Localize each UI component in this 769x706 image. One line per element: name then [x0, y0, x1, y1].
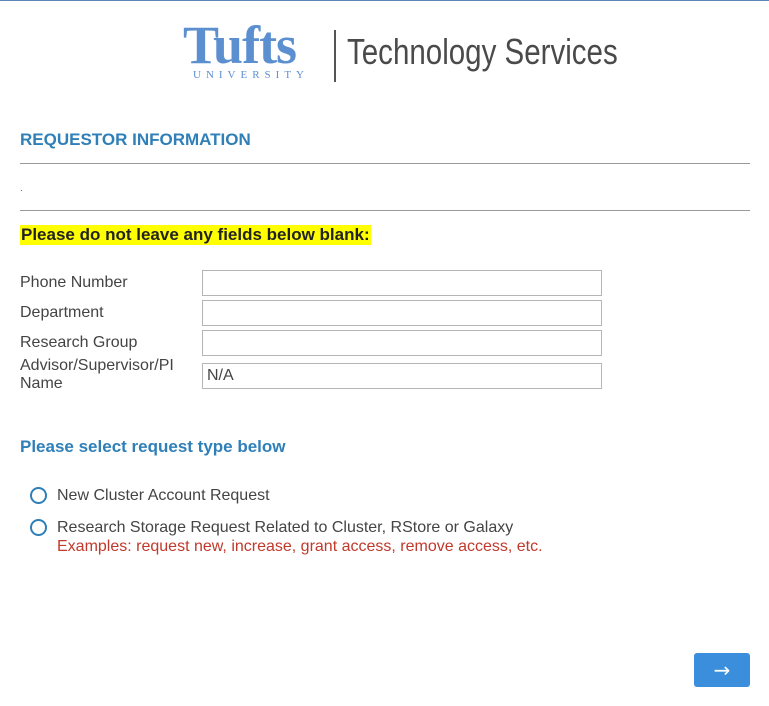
section-divider-bottom [20, 210, 750, 211]
logo-university-text: UNIVERSITY [193, 69, 309, 81]
request-type-title: Please select request type below [20, 437, 286, 456]
research-storage-examples: Examples: request new, increase, grant a… [57, 538, 543, 555]
department-label: Department [20, 304, 104, 321]
logo-service-name: Technology Services [347, 31, 618, 72]
phone-number-row: Phone Number [20, 270, 602, 296]
phone-number-label: Phone Number [20, 274, 128, 291]
research-group-label: Research Group [20, 334, 138, 351]
requestor-section-title: REQUESTOR INFORMATION [20, 130, 251, 149]
department-row: Department [20, 300, 602, 326]
advisor-row: Advisor/Supervisor/PI Name [20, 357, 602, 395]
next-button[interactable]: → [694, 653, 750, 687]
department-input[interactable] [202, 300, 602, 326]
tufts-technology-services-logo: Tufts UNIVERSITY Technology Services [183, 18, 618, 88]
research-storage-radio[interactable] [30, 519, 47, 536]
section-divider-top [20, 163, 750, 164]
logo-divider [334, 30, 336, 82]
research-group-row: Research Group [20, 330, 602, 356]
new-cluster-account-radio[interactable] [30, 487, 47, 504]
top-border [0, 0, 769, 1]
research-group-input[interactable] [202, 330, 602, 356]
research-storage-label[interactable]: Research Storage Request Related to Clus… [57, 519, 513, 537]
new-cluster-account-label[interactable]: New Cluster Account Request [57, 487, 270, 505]
logo-wordmark: Tufts [183, 15, 297, 75]
advisor-input[interactable] [202, 363, 602, 389]
separator-text: . [20, 183, 23, 194]
phone-number-input[interactable] [202, 270, 602, 296]
advisor-label: Advisor/Supervisor/PI Name [20, 357, 174, 392]
blank-fields-warning: Please do not leave any fields below bla… [20, 225, 371, 245]
